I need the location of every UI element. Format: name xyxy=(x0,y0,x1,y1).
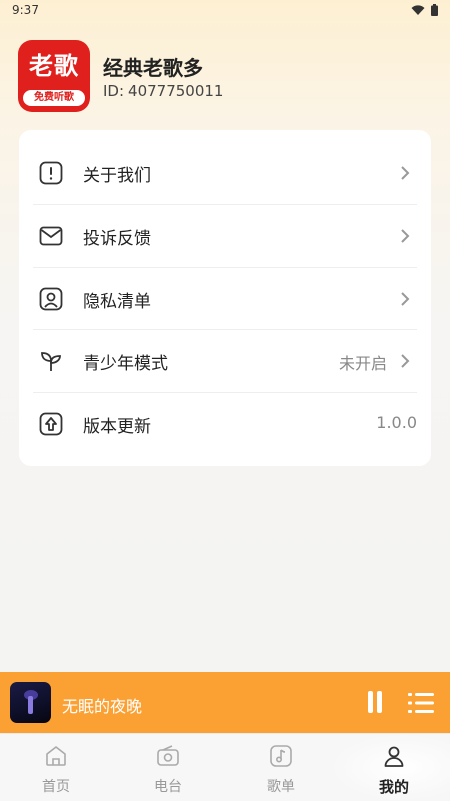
status-icons xyxy=(411,4,438,16)
menu-item-about[interactable]: 关于我们 xyxy=(33,142,417,204)
pause-icon-bar xyxy=(368,691,373,713)
menu-item-teen-mode[interactable]: 青少年模式 未开启 xyxy=(33,330,417,392)
app-version: 1.0.0 xyxy=(376,413,417,432)
tab-playlist[interactable]: 歌单 xyxy=(225,734,337,801)
settings-menu-card: 关于我们 投诉反馈 隐私清单 青少年模式 未开启 版本更新 1.0.0 xyxy=(19,130,431,466)
logo-tagline: 免费听歌 xyxy=(23,90,85,106)
chevron-right-icon xyxy=(401,166,410,180)
chevron-right-icon xyxy=(401,229,410,243)
album-art[interactable] xyxy=(10,682,51,723)
profile-name: 经典老歌多 xyxy=(103,56,203,80)
profile-id-value: 4077750011 xyxy=(128,82,224,100)
pause-button[interactable] xyxy=(365,691,385,715)
chevron-right-icon xyxy=(401,292,410,306)
home-icon xyxy=(46,746,66,766)
profile-header: 老歌 免费听歌 经典老歌多 ID: 4077750011 xyxy=(18,40,438,112)
logo-title: 老歌 xyxy=(29,52,79,80)
menu-item-label: 青少年模式 xyxy=(83,354,168,374)
menu-item-label: 关于我们 xyxy=(83,166,151,186)
tab-label: 电台 xyxy=(154,779,182,795)
album-art-figure xyxy=(28,696,33,714)
user-icon xyxy=(384,746,404,767)
battery-icon xyxy=(431,4,438,16)
pause-icon-bar xyxy=(377,691,382,713)
menu-item-label: 投诉反馈 xyxy=(83,229,151,249)
wifi-icon xyxy=(411,4,425,15)
privacy-user-icon xyxy=(39,287,63,311)
app-logo: 老歌 免费听歌 xyxy=(18,40,90,112)
mini-player[interactable]: 无眠的夜晚 xyxy=(0,672,450,733)
teen-mode-status: 未开启 xyxy=(338,354,387,373)
tab-label: 歌单 xyxy=(267,779,295,795)
update-arrow-icon xyxy=(39,412,63,436)
tab-home[interactable]: 首页 xyxy=(0,734,112,801)
menu-item-privacy[interactable]: 隐私清单 xyxy=(33,268,417,330)
tab-label: 首页 xyxy=(42,779,70,795)
status-time: 9:37 xyxy=(12,3,39,17)
info-exclamation-icon xyxy=(39,161,63,185)
tab-mine[interactable]: 我的 xyxy=(338,734,450,801)
playlist-icon[interactable] xyxy=(408,691,436,715)
chevron-right-icon xyxy=(401,354,410,368)
menu-item-label: 隐私清单 xyxy=(83,292,151,312)
tab-label: 我的 xyxy=(378,778,409,796)
bottom-tab-bar: 首页 电台 歌单 我的 xyxy=(0,733,450,801)
profile-id-label: ID: xyxy=(103,82,125,100)
menu-item-label: 版本更新 xyxy=(83,417,151,437)
now-playing-title[interactable]: 无眠的夜晚 xyxy=(62,693,142,717)
menu-item-version-update[interactable]: 版本更新 1.0.0 xyxy=(33,393,417,455)
status-bar: 9:37 xyxy=(0,0,450,22)
mail-icon xyxy=(39,226,63,246)
tab-radio[interactable]: 电台 xyxy=(112,734,224,801)
sprout-icon xyxy=(41,352,61,371)
profile-id: ID: 4077750011 xyxy=(103,82,223,100)
music-note-icon xyxy=(270,745,292,767)
radio-icon xyxy=(157,745,179,766)
menu-item-feedback[interactable]: 投诉反馈 xyxy=(33,205,417,267)
